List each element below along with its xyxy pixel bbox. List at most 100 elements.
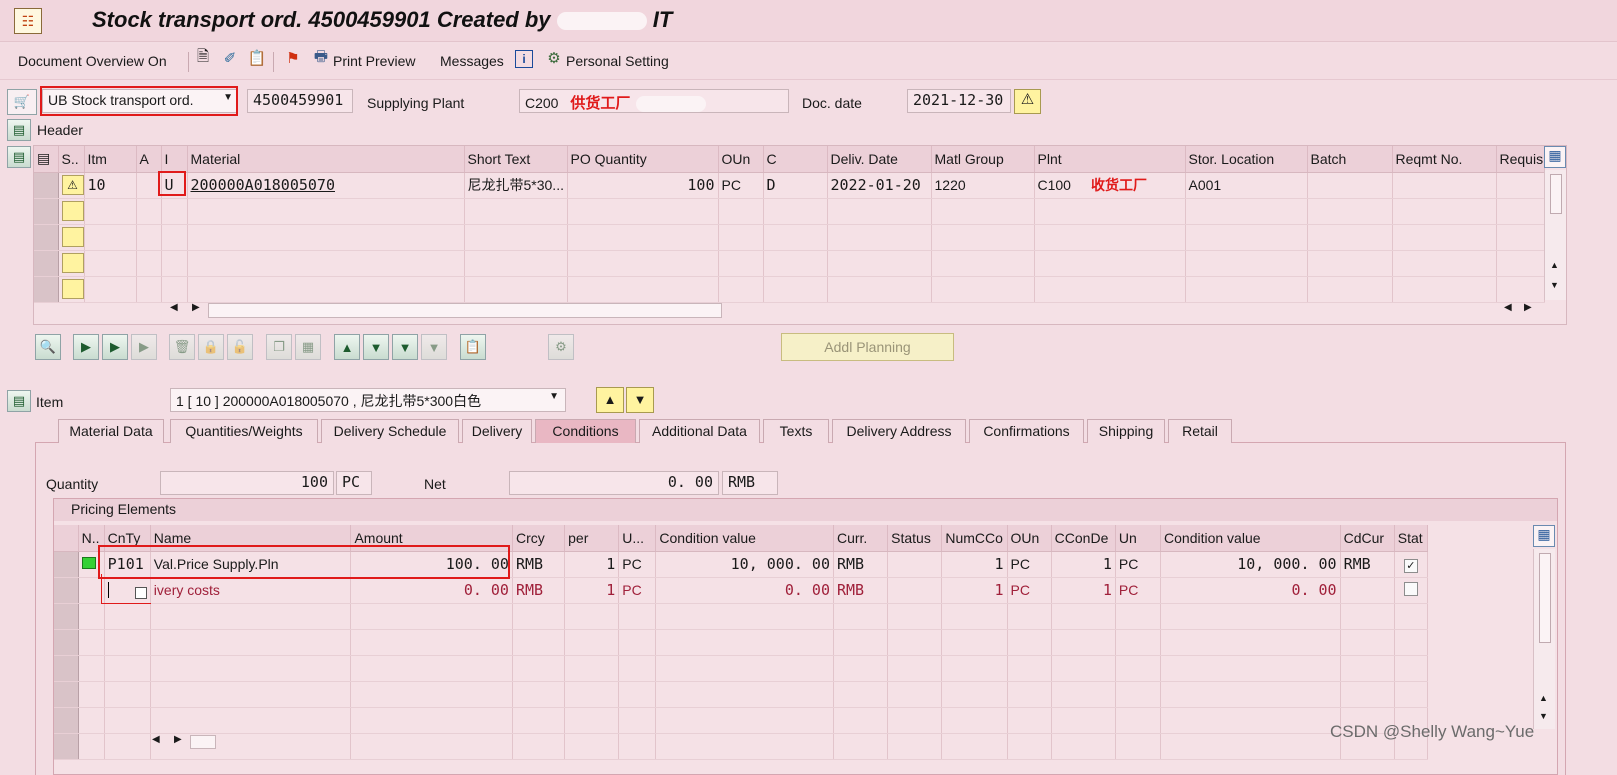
warning-icon[interactable]: ⚠ [1014, 89, 1041, 114]
row-selector[interactable] [54, 707, 79, 734]
column-header[interactable]: Itm [84, 146, 137, 173]
row-selector[interactable] [54, 733, 79, 760]
condition-amount[interactable]: 0. 00 [350, 577, 513, 604]
batch-cell[interactable] [1307, 172, 1393, 199]
scroll-up-icon[interactable]: ▲ [1550, 260, 1559, 270]
print-preview-icon[interactable]: 🖶 [310, 47, 332, 69]
row-selector[interactable] [34, 276, 59, 303]
services-icon[interactable]: ⚙ [548, 334, 574, 360]
table-row[interactable] [54, 733, 1429, 760]
scroll-down-icon[interactable]: ▼ [1550, 280, 1559, 290]
previous-item-button[interactable]: ▲ [596, 387, 624, 413]
storage-location[interactable]: A001 [1185, 172, 1308, 199]
material-group[interactable]: 1220 [931, 172, 1035, 199]
column-header[interactable]: Requisit [1496, 146, 1545, 173]
column-header[interactable]: Stor. Location [1185, 146, 1308, 173]
lock-icon[interactable]: 🔒 [198, 334, 224, 360]
column-header[interactable]: N.. [78, 525, 105, 552]
items-horizontal-scrollbar[interactable]: ◀ ▶ ◀ ▶ [168, 302, 1544, 320]
table-row[interactable] [54, 629, 1429, 656]
column-header[interactable]: per [564, 525, 620, 552]
select-all-icon[interactable]: ▶ [73, 334, 99, 360]
row-selector[interactable] [34, 250, 59, 277]
column-header[interactable]: CConDe [1051, 525, 1116, 552]
scroll-right-icon[interactable]: ▶ [174, 734, 182, 745]
doc-date-field[interactable]: 2021-12-30 [907, 89, 1011, 113]
tab-shipping[interactable]: Shipping [1087, 419, 1165, 443]
reqmt-no-cell[interactable] [1392, 172, 1497, 199]
change-display-icon[interactable]: ✐ [219, 47, 241, 69]
order-unit[interactable]: PC [718, 172, 764, 199]
tab-retail[interactable]: Retail [1168, 419, 1232, 443]
supplying-plant-field[interactable]: C200 供货工厂 [519, 89, 789, 113]
deselect-all-icon[interactable]: ▶ [131, 334, 157, 360]
po-quantity[interactable]: 100 [567, 172, 719, 199]
column-config-icon[interactable]: ▤ [34, 146, 59, 173]
column-header[interactable]: Name [150, 525, 352, 552]
tab-conditions[interactable]: Conditions [535, 419, 636, 443]
tab-material-data[interactable]: Material Data [58, 419, 164, 443]
items-vertical-scrollbar[interactable]: ▲ ▼ [1544, 170, 1566, 300]
filter-icon[interactable]: ▼ [392, 334, 418, 360]
item-number[interactable]: 10 [84, 172, 137, 199]
row-selector[interactable] [54, 551, 79, 578]
row-selector[interactable] [34, 224, 59, 251]
column-header[interactable]: A [136, 146, 162, 173]
row-selector[interactable] [54, 655, 79, 682]
tab-quantities-weights[interactable]: Quantities/Weights [170, 419, 318, 443]
date-category[interactable]: D [763, 172, 828, 199]
item-category[interactable]: U [161, 172, 188, 199]
row-selector[interactable] [34, 172, 59, 199]
delivery-date[interactable]: 2022-01-20 [827, 172, 932, 199]
delete-icon[interactable]: 🗑 [169, 334, 195, 360]
pricing-vertical-scrollbar[interactable]: ▲ ▼ [1533, 549, 1555, 729]
tab-texts[interactable]: Texts [763, 419, 829, 443]
item-details-icon[interactable]: 🔍 [35, 334, 61, 360]
table-row[interactable] [34, 198, 1545, 225]
scroll-left-icon[interactable]: ◀ [1504, 302, 1512, 313]
row-selector[interactable] [54, 629, 79, 656]
new-document-icon[interactable]: 🗎 [192, 47, 214, 69]
condition-type-input[interactable] [104, 577, 151, 604]
short-text[interactable]: 尼龙扎带5*30... [464, 172, 568, 199]
condition-amount[interactable]: 100. 00 [350, 551, 513, 578]
other-document-icon[interactable]: 📋 [246, 47, 268, 69]
shopping-cart-icon[interactable]: 🛒 [7, 89, 37, 115]
column-header[interactable]: Amount [350, 525, 513, 552]
value-help-icon[interactable] [134, 587, 147, 599]
scroll-right-icon[interactable]: ▶ [192, 302, 200, 313]
stat-checkbox[interactable] [1403, 581, 1418, 596]
plant-cell[interactable]: C100 收货工厂 [1034, 172, 1186, 199]
column-header[interactable]: U... [618, 525, 657, 552]
column-header[interactable]: Condition value [655, 525, 834, 552]
messages-button[interactable]: Messages [440, 53, 504, 69]
column-header[interactable]: Deliv. Date [827, 146, 932, 173]
document-type-select[interactable]: UB Stock transport ord. ▼ [42, 89, 238, 113]
tab-delivery-address[interactable]: Delivery Address [832, 419, 966, 443]
sort-ascending-icon[interactable]: ▲ [334, 334, 360, 360]
remove-filter-icon[interactable]: ▼ [421, 334, 447, 360]
condition-currency[interactable]: RMB [512, 551, 566, 578]
column-header[interactable]: Condition value [1160, 525, 1341, 552]
addl-planning-button[interactable]: Addl Planning [781, 333, 954, 361]
check-icon[interactable]: ⚑ [282, 47, 304, 69]
pricing-unit[interactable]: 1 [564, 577, 620, 604]
print-preview-button[interactable]: Print Preview [333, 53, 415, 69]
column-header[interactable]: OUn [718, 146, 764, 173]
transaction-icon[interactable]: ☷ [14, 8, 42, 34]
unit-of-measure[interactable]: PC [618, 577, 657, 604]
column-header[interactable]: CnTy [104, 525, 151, 552]
select-block-icon[interactable]: ▶ [102, 334, 128, 360]
tab-delivery[interactable]: Delivery [462, 419, 532, 443]
table-row[interactable] [54, 681, 1429, 708]
table-row[interactable]: P101 Val.Price Supply.Pln 100. 00 RMB 1 … [54, 551, 1429, 578]
scroll-up-icon[interactable]: ▲ [1539, 693, 1548, 703]
column-header[interactable]: OUn [1007, 525, 1052, 552]
condition-type[interactable]: P101 [104, 551, 151, 578]
pricing-horizontal-scrollbar[interactable]: ◀ ▶ [150, 734, 230, 750]
next-item-button[interactable]: ▼ [626, 387, 654, 413]
table-row[interactable] [34, 224, 1545, 251]
clipboard-icon[interactable]: 📋 [460, 334, 486, 360]
table-row[interactable]: ivery costs 0. 00 RMB 1 PC 0. 00 RMB 1 P… [54, 577, 1429, 604]
table-row[interactable] [34, 276, 1545, 303]
